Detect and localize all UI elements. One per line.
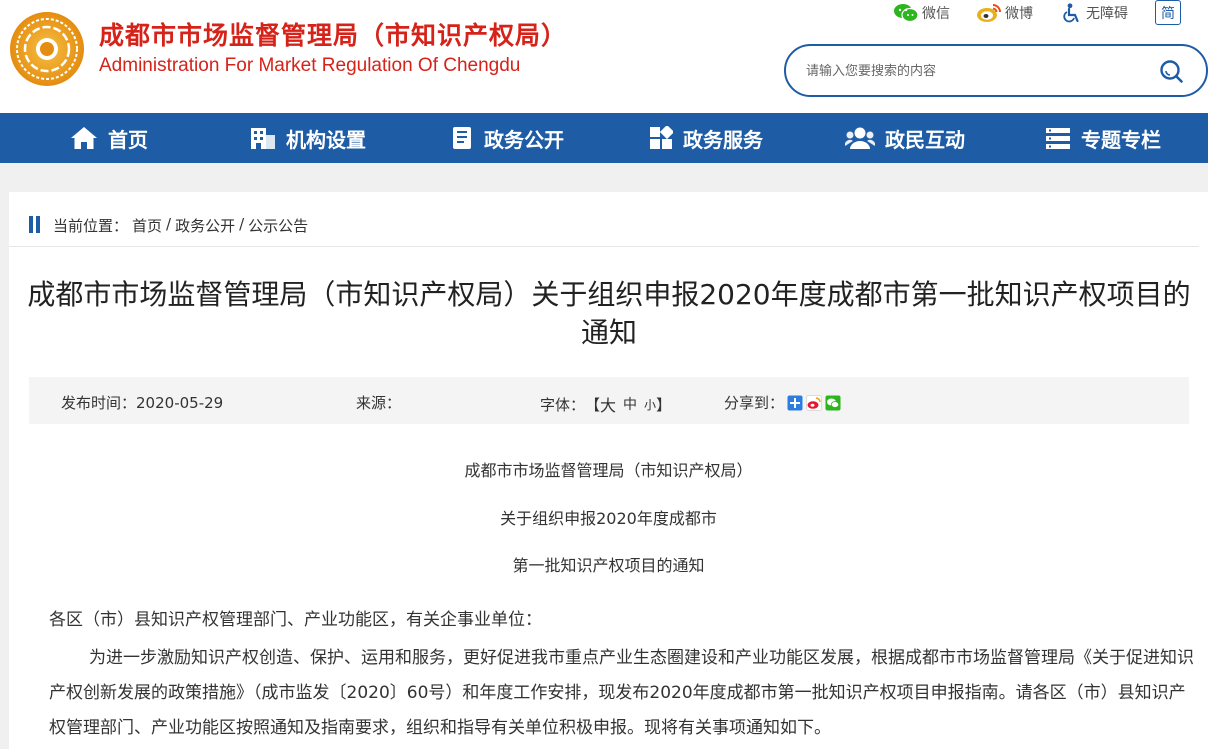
search-box	[784, 44, 1208, 97]
search-input[interactable]	[806, 58, 1136, 84]
font-size-large-button[interactable]: 大	[600, 392, 616, 416]
font-size-label: 字体：	[540, 395, 586, 414]
breadcrumb-link-home[interactable]: 首页	[132, 217, 162, 235]
nav-item-label: 政务服务	[683, 127, 763, 152]
document-icon	[453, 127, 471, 149]
breadcrumb-separator: /	[166, 215, 172, 233]
publish-date: 发布时间： 2020-05-29	[61, 392, 223, 413]
site-header: 成都市市场监督管理局（市知识产权局） Administration For Ma…	[0, 0, 1208, 113]
wechat-link[interactable]: 微信	[893, 3, 950, 23]
accessibility-link[interactable]: 无障碍	[1061, 3, 1128, 23]
weibo-label: 微博	[1005, 6, 1033, 22]
nav-item-label: 政民互动	[885, 127, 965, 152]
source-label: 来源：	[356, 394, 402, 412]
breadcrumb-prefix: 当前位置：	[53, 217, 129, 235]
nav-item-label: 机构设置	[286, 127, 366, 152]
accessibility-label: 无障碍	[1086, 6, 1128, 22]
font-size-switcher: 字体： 【 大 中 小 】	[540, 392, 671, 416]
share-label: 分享到：	[724, 394, 785, 412]
nav-item-label: 专题专栏	[1081, 127, 1161, 152]
list-icon	[1046, 128, 1070, 149]
article-meta-bar: 发布时间： 2020-05-29 来源： 字体： 【 大 中 小 】 分享到：	[29, 377, 1189, 424]
document-salutation: 各区（市）县知识产权管理部门、产业功能区，有关企事业单位：	[49, 610, 542, 630]
wechat-icon	[894, 4, 919, 23]
site-name-en: Administration For Market Regulation Of …	[99, 55, 521, 76]
nav-item-special-topics[interactable]: 专题专栏	[1045, 113, 1161, 163]
grid-icon	[650, 126, 673, 149]
breadcrumb-link-announcements[interactable]: 公示公告	[248, 217, 308, 235]
weibo-link[interactable]: 微博	[976, 3, 1033, 23]
search-icon[interactable]	[1158, 58, 1184, 84]
publish-date-label: 发布时间：	[61, 394, 137, 412]
breadcrumb-separator: /	[239, 215, 245, 233]
share-bar: 分享到：	[724, 392, 841, 413]
share-more-icon[interactable]	[787, 395, 803, 411]
main-nav: 首页 机构设置 政务公开 政务服务 政民互动 专题专栏	[0, 113, 1208, 163]
city-emblem-logo[interactable]	[9, 11, 85, 87]
breadcrumb-marker-icon	[29, 216, 41, 233]
font-size-small-button[interactable]: 小	[644, 396, 656, 413]
share-wechat-icon[interactable]	[825, 395, 841, 411]
wechat-label: 微信	[922, 6, 950, 22]
weibo-icon	[977, 4, 1001, 22]
document-heading-line: 关于组织申报2020年度成都市	[500, 509, 717, 528]
people-icon	[845, 127, 875, 149]
publish-date-value: 2020-05-29	[136, 393, 224, 412]
nav-item-government-services[interactable]: 政务服务	[649, 113, 763, 163]
share-weibo-icon[interactable]	[806, 394, 823, 411]
home-icon	[71, 127, 97, 149]
nav-item-label: 首页	[108, 127, 148, 152]
building-icon	[251, 128, 275, 149]
breadcrumb-link-public-affairs[interactable]: 政务公开	[175, 217, 235, 235]
site-name-cn: 成都市市场监督管理局（市知识产权局）	[99, 21, 568, 50]
nav-item-interaction[interactable]: 政民互动	[845, 113, 965, 163]
nav-item-public-affairs[interactable]: 政务公开	[450, 113, 564, 163]
font-size-medium-button[interactable]: 中	[623, 394, 637, 414]
simplified-chinese-toggle[interactable]: 简	[1155, 0, 1181, 25]
source: 来源：	[356, 392, 401, 413]
article-panel: 当前位置： 首页 / 政务公开 / 公示公告 成都市市场监督管理局（市知识产权局…	[9, 192, 1208, 749]
breadcrumb-bar: 当前位置： 首页 / 政务公开 / 公示公告	[9, 192, 1199, 247]
nav-item-home[interactable]: 首页	[70, 113, 148, 163]
font-size-bracket-close: 】	[656, 395, 672, 414]
document-heading-line: 成都市市场监督管理局（市知识产权局）	[464, 461, 753, 480]
article-title: 成都市市场监督管理局（市知识产权局）关于组织申报2020年度成都市第一批知识产权…	[27, 278, 1191, 349]
document-heading-line: 第一批知识产权项目的通知	[512, 556, 705, 575]
nav-item-label: 政务公开	[484, 127, 564, 152]
breadcrumb: 当前位置： 首页 / 政务公开 / 公示公告	[53, 215, 312, 236]
font-size-bracket-open: 【	[585, 395, 601, 414]
wheelchair-icon	[1063, 3, 1079, 23]
nav-item-organization[interactable]: 机构设置	[250, 113, 366, 163]
document-paragraph: 为进一步激励知识产权创造、保护、运用和服务，更好促进我市重点产业生态圈建设和产业…	[49, 648, 1194, 738]
